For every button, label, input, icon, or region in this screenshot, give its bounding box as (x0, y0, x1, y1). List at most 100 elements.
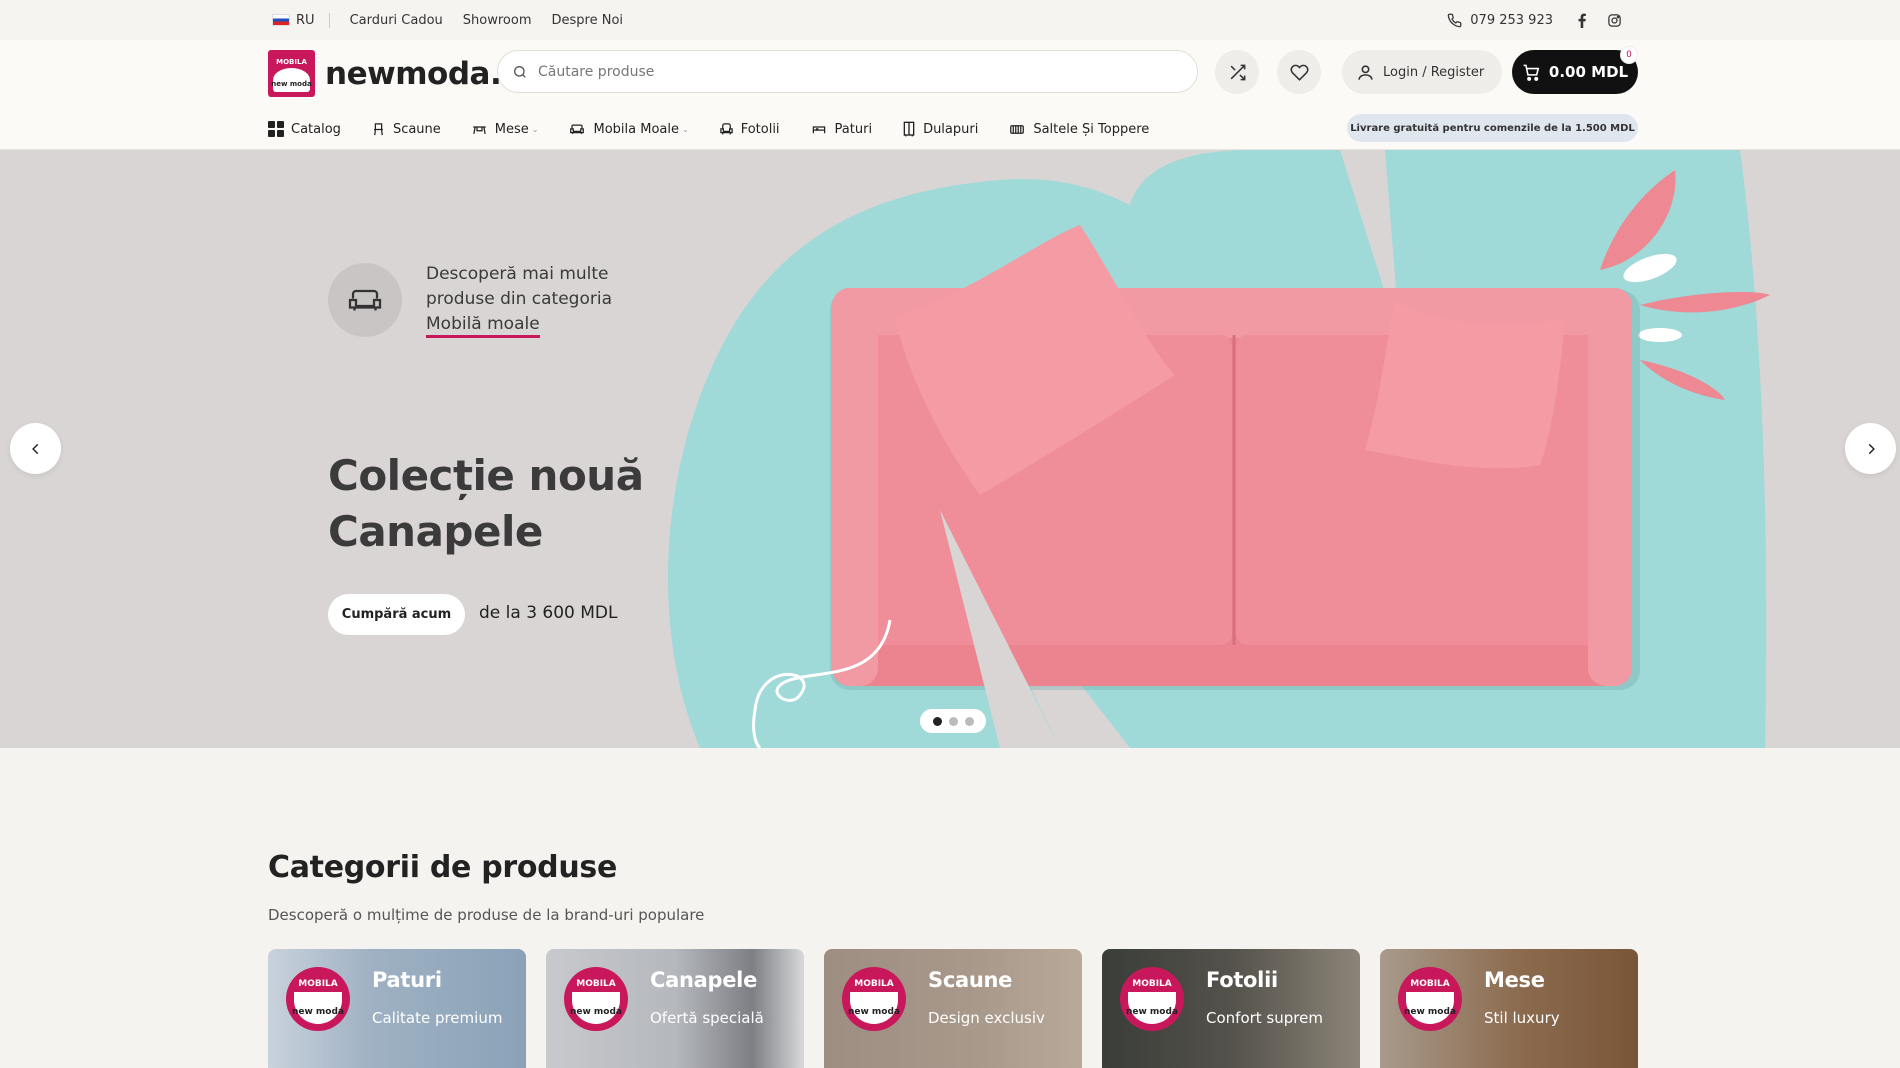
logo-text: newmoda. (325, 55, 502, 92)
logo-badge-top: MOBILA (276, 58, 307, 66)
hero-title-line1: Colecție nouă (328, 451, 644, 500)
nav-item-dulapuri[interactable]: Dulapuri (902, 121, 978, 137)
card-subtitle: Stil luxury (1484, 1009, 1560, 1027)
slider-dots (920, 709, 986, 733)
nav-item-scaune[interactable]: Scaune (371, 122, 441, 137)
free-delivery-badge: Livrare gratuită pentru comenzile de la … (1347, 114, 1638, 142)
nav-item-label: Catalog (291, 121, 341, 137)
cart-icon (1523, 64, 1540, 81)
categories-title: Categorii de produse (268, 850, 618, 885)
category-cards: MOBILA new moda Paturi Calitate premium … (268, 949, 1638, 1068)
category-link[interactable]: Mobilă moale (426, 314, 540, 338)
chevron-right-icon (1868, 443, 1875, 454)
nav-item-label: Paturi (834, 121, 873, 137)
card-title: Canapele (650, 968, 758, 992)
nav-item-label: Dulapuri (923, 121, 979, 137)
card-subtitle: Confort suprem (1206, 1009, 1323, 1027)
bed-icon (812, 125, 825, 133)
nav-item-label: Saltele Și Toppere (1033, 121, 1150, 137)
user-icon (1358, 64, 1373, 80)
category-sofa-badge (328, 263, 402, 337)
language-switcher[interactable]: RU (272, 12, 330, 28)
category-promo-text: Descoperă mai multe produse din categori… (426, 262, 626, 338)
card-title: Mese (1484, 968, 1545, 992)
chair-icon (374, 122, 383, 135)
card-subtitle: Calitate premium (372, 1009, 503, 1027)
header: MOBILA new moda newmoda. Login / Registe… (0, 40, 1900, 150)
card-title: Paturi (372, 968, 442, 992)
wishlist-button[interactable] (1277, 50, 1321, 94)
cart-button[interactable]: 0.00 MDL 0 (1512, 46, 1638, 94)
categories-subtitle: Descoperă o mulțime de produse de la bra… (268, 906, 705, 924)
sofa-icon (570, 124, 585, 134)
nav-item-saltele[interactable]: Saltele Și Toppere (1008, 122, 1149, 137)
card-logo-top: MOBILA (576, 979, 616, 989)
armchair-icon (719, 122, 733, 134)
logo-badge-name: new moda (271, 80, 312, 88)
card-logo-top: MOBILA (854, 979, 894, 989)
hero-title: Colecție nouă Canapele (328, 448, 644, 560)
category-card-fotolii[interactable]: MOBILA new moda Fotolii Confort suprem (1102, 949, 1360, 1068)
category-card-paturi[interactable]: MOBILA new moda Paturi Calitate premium (268, 949, 526, 1068)
nav-item-mobila-moale[interactable]: Mobila Moale ⌄ (568, 121, 689, 137)
main-nav: Catalog Scaune Mese ⌄ Mobila Moale ⌄ Fot… (268, 114, 1179, 144)
card-logo: MOBILA new moda (842, 967, 906, 1031)
category-card-scaune[interactable]: MOBILA new moda Scaune Design exclusiv (824, 949, 1082, 1068)
top-bar-left: RU Carduri Cadou Showroom Despre Noi (272, 0, 643, 40)
nav-item-paturi[interactable]: Paturi (810, 121, 873, 137)
nav-item-label: Mese (494, 121, 529, 137)
about-link[interactable]: Despre Noi (552, 13, 624, 28)
login-register-button[interactable]: Login / Register (1342, 50, 1503, 94)
card-logo-name: new moda (1125, 1007, 1179, 1017)
chevron-down-icon: ⌄ (681, 124, 689, 134)
slider-next-button[interactable] (1845, 423, 1896, 474)
social-links (1577, 13, 1630, 28)
card-logo-name: new moda (1403, 1007, 1457, 1017)
chevron-left-icon (31, 443, 38, 454)
hero-title-line2: Canapele (328, 507, 543, 556)
slider-dot-3[interactable] (964, 716, 974, 726)
card-logo-name: new moda (569, 1007, 623, 1017)
card-logo-top: MOBILA (298, 979, 338, 989)
cart-count-badge: 0 (1620, 46, 1638, 64)
category-card-mese[interactable]: MOBILA new moda Mese Stil luxury (1380, 949, 1638, 1068)
card-title: Scaune (928, 968, 1013, 992)
shuffle-icon (1230, 64, 1245, 80)
slider-dot-2[interactable] (948, 716, 958, 726)
top-bar: RU Carduri Cadou Showroom Despre Noi 079… (0, 0, 1900, 40)
buy-now-button[interactable]: Cumpără acum (328, 594, 465, 635)
phone-link[interactable]: 079 253 923 (1470, 13, 1553, 28)
cart-total: 0.00 MDL (1548, 63, 1629, 81)
slider-dot-1[interactable] (932, 716, 942, 726)
wardrobe-icon (903, 121, 915, 137)
search-icon (514, 65, 526, 78)
nav-item-catalog[interactable]: Catalog (268, 121, 341, 137)
nav-item-fotolii[interactable]: Fotolii (719, 122, 780, 137)
top-bar-right: 079 253 923 (1447, 0, 1630, 40)
card-logo-top: MOBILA (1410, 979, 1450, 989)
nav-item-mese[interactable]: Mese ⌄ (471, 121, 538, 137)
nav-item-label: Scaune (392, 121, 441, 137)
nav-item-label: Mobila Moale (593, 121, 679, 137)
table-icon (473, 125, 486, 134)
heart-icon (1289, 64, 1309, 81)
card-logo: MOBILA new moda (286, 967, 350, 1031)
card-logo: MOBILA new moda (1398, 967, 1462, 1031)
sofa-icon (348, 289, 382, 311)
compare-button[interactable] (1215, 50, 1259, 94)
instagram-icon[interactable] (1607, 13, 1622, 28)
logo[interactable]: MOBILA new moda newmoda. (268, 50, 502, 97)
search-bar[interactable] (497, 50, 1198, 93)
phone-icon (1447, 13, 1462, 27)
gift-cards-link[interactable]: Carduri Cadou (350, 13, 443, 28)
nav-item-label: Fotolii (740, 121, 780, 137)
card-subtitle: Design exclusiv (928, 1009, 1045, 1027)
hero-slider: Descoperă mai multe produse din categori… (0, 150, 1900, 748)
hero-sofa-illustration (667, 150, 1770, 748)
facebook-icon[interactable] (1577, 13, 1587, 28)
search-input[interactable] (538, 63, 1138, 80)
category-card-canapele[interactable]: MOBILA new moda Canapele Ofertă specială (546, 949, 804, 1068)
showroom-link[interactable]: Showroom (463, 13, 532, 28)
card-title: Fotolii (1206, 968, 1278, 992)
slider-prev-button[interactable] (10, 423, 61, 474)
